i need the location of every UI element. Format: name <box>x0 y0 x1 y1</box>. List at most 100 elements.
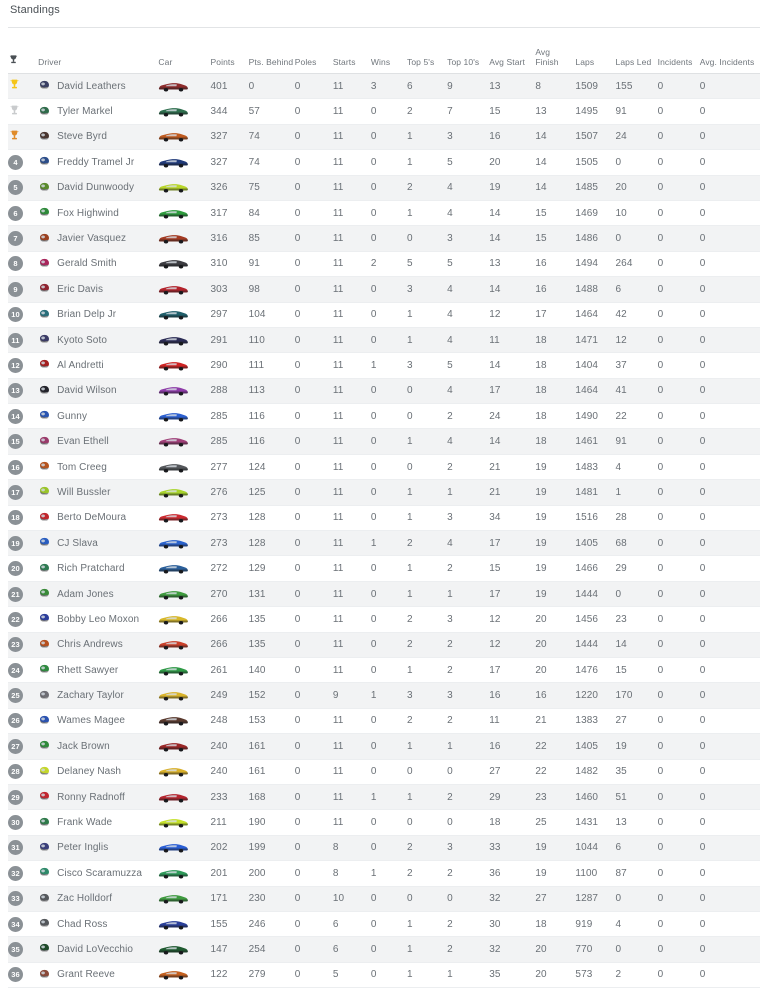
driver-cell[interactable]: Zac Holldorf <box>38 886 159 912</box>
column-header-top5[interactable]: Top 5's <box>407 28 448 74</box>
driver-cell[interactable]: Eric Davis <box>38 276 159 303</box>
column-header-starts[interactable]: Starts <box>332 28 371 74</box>
column-header-poles[interactable]: Poles <box>294 28 333 74</box>
table-row[interactable]: David Leathers 401 0 0 11 3 6 9 13 8 1509 155 0 0 <box>8 73 760 100</box>
table-row[interactable]: 31 Peter Inglis 202 199 0 8 0 2 3 33 19 1044 6 0 0 <box>8 835 760 862</box>
driver-cell[interactable]: Chris Andrews <box>38 632 159 658</box>
table-row[interactable]: 30 Frank Wade 211 190 0 11 0 0 0 18 25 1431 13 0 0 <box>8 809 760 836</box>
cell-avg-start: 12 <box>489 606 536 633</box>
driver-cell[interactable]: Fox Highwind <box>38 200 159 227</box>
table-row[interactable]: 24 Rhett Sawyer 261 140 0 11 0 1 2 17 20 1476 15 0 0 <box>8 657 760 684</box>
table-row[interactable]: 20 Rich Pratchard 272 129 0 11 0 1 2 15 19 1466 29 0 0 <box>8 555 760 582</box>
table-row[interactable]: Tyler Markel 344 57 0 11 0 2 7 15 13 1495 91 0 0 <box>8 98 760 125</box>
driver-cell[interactable]: Gunny <box>38 403 159 430</box>
table-row[interactable]: 33 Zac Holldorf 171 230 0 10 0 0 0 32 27 1287 0 0 0 <box>8 886 760 912</box>
driver-cell[interactable]: Rich Pratchard <box>38 555 159 582</box>
driver-cell[interactable]: Javier Vasquez <box>38 225 159 252</box>
driver-cell[interactable]: Tyler Markel <box>38 98 159 125</box>
driver-cell[interactable]: Frank Wade <box>38 809 159 836</box>
table-row[interactable]: 23 Chris Andrews 266 135 0 11 0 2 2 12 20 1444 14 0 0 <box>8 632 760 658</box>
driver-cell[interactable]: Brian Delp Jr <box>38 302 159 328</box>
cell-avg-finish: 19 <box>535 505 576 532</box>
column-header-car[interactable]: Car <box>158 28 211 74</box>
table-row[interactable]: Steve Byrd 327 74 0 11 0 1 3 16 14 1507 24 0 0 <box>8 124 760 151</box>
cell-points: 240 <box>210 733 249 760</box>
cell-avg-finish: 17 <box>535 302 576 328</box>
column-header-laps-led[interactable]: Laps Led <box>615 28 658 74</box>
driver-cell[interactable]: Chad Ross <box>38 911 159 938</box>
table-row[interactable]: 17 Will Bussler 276 125 0 11 0 1 1 21 19 1481 1 0 0 <box>8 479 760 506</box>
table-row[interactable]: 13 David Wilson 288 113 0 11 0 0 4 17 18 1464 41 0 0 <box>8 378 760 405</box>
driver-cell[interactable]: Delaney Nash <box>38 759 159 785</box>
table-row[interactable]: 7 Javier Vasquez 316 85 0 11 0 0 3 14 15 1486 0 0 0 <box>8 225 760 252</box>
driver-cell[interactable]: Grant Reeve <box>38 962 159 988</box>
table-row[interactable]: 15 Evan Ethell 285 116 0 11 0 1 4 14 18 1461 91 0 0 <box>8 428 760 455</box>
table-row[interactable]: 5 David Dunwoody 326 75 0 11 0 2 4 19 14 1485 20 0 0 <box>8 175 760 201</box>
column-header-laps[interactable]: Laps <box>575 28 616 74</box>
driver-cell[interactable]: Adam Jones <box>38 581 159 608</box>
driver-cell[interactable]: Jack Brown <box>38 733 159 760</box>
driver-cell[interactable]: Rhett Sawyer <box>38 657 159 684</box>
driver-cell[interactable]: Peter Inglis <box>38 835 159 862</box>
table-row[interactable]: 12 Al Andretti 290 111 0 11 1 3 5 14 18 1404 37 0 0 <box>8 352 760 379</box>
table-row[interactable]: 19 CJ Slava 273 128 0 11 1 2 4 17 19 1405 68 0 0 <box>8 530 760 557</box>
driver-cell[interactable]: Gerald Smith <box>38 251 159 278</box>
table-row[interactable]: 26 Wames Magee 248 153 0 11 0 2 2 11 21 1383 27 0 0 <box>8 708 760 735</box>
driver-cell[interactable]: Zachary Taylor <box>38 682 159 709</box>
driver-cell[interactable]: Wames Magee <box>38 708 159 735</box>
table-row[interactable]: 16 Tom Creeg 277 124 0 11 0 0 2 21 19 1483 4 0 0 <box>8 454 760 481</box>
driver-cell[interactable]: Al Andretti <box>38 352 159 379</box>
cell-laps-led: 91 <box>615 428 658 455</box>
cell-pts-behind: 152 <box>248 682 295 709</box>
driver-cell[interactable]: Will Bussler <box>38 479 159 506</box>
column-header-wins[interactable]: Wins <box>370 28 407 74</box>
column-header-top10[interactable]: Top 10's <box>447 28 490 74</box>
table-row[interactable]: 25 Zachary Taylor 249 152 0 9 1 3 3 16 16 1220 170 0 0 <box>8 682 760 709</box>
cell-top5: 3 <box>407 682 448 709</box>
helmet-icon <box>38 816 52 830</box>
column-header-avg-finish[interactable]: Avg Finish <box>535 28 576 74</box>
table-row[interactable]: 35 David LoVecchio 147 254 0 6 0 1 2 32 20 770 0 0 0 <box>8 936 760 963</box>
table-row[interactable]: 14 Gunny 285 116 0 11 0 0 2 24 18 1490 22 0 0 <box>8 403 760 430</box>
table-row[interactable]: 22 Bobby Leo Moxon 266 135 0 11 0 2 3 12 20 1456 23 0… <box>8 606 760 633</box>
driver-cell[interactable]: David LoVecchio <box>38 936 159 963</box>
table-row[interactable]: 18 Berto DeMoura 273 128 0 11 0 1 3 34 19 1516 28 0 0 <box>8 505 760 532</box>
table-row[interactable]: 8 Gerald Smith 310 91 0 11 2 5 5 13 16 1494 264 0 0 <box>8 251 760 278</box>
driver-cell[interactable]: Evan Ethell <box>38 428 159 455</box>
driver-cell[interactable]: Tom Creeg <box>38 454 159 481</box>
table-row[interactable]: 9 Eric Davis 303 98 0 11 0 3 4 14 16 1488 6 0 0 <box>8 276 760 303</box>
table-row[interactable]: 29 Ronny Radnoff 233 168 0 11 1 1 2 29 23 1460 51 0 0 <box>8 784 760 811</box>
column-header-pts-behind[interactable]: Pts. Behind <box>248 28 295 74</box>
driver-cell[interactable]: Steve Byrd <box>38 124 159 151</box>
column-header-avg-start[interactable]: Avg Start <box>489 28 536 74</box>
cell-starts: 5 <box>332 962 371 988</box>
table-row[interactable]: 34 Chad Ross 155 246 0 6 0 1 2 30 18 919 4 0 0 <box>8 911 760 938</box>
column-header-points[interactable]: Points <box>210 28 249 74</box>
helmet-icon <box>38 866 52 880</box>
cell-top5: 2 <box>407 175 448 201</box>
table-row[interactable]: 21 Adam Jones 270 131 0 11 0 1 1 17 19 1444 0 0 0 <box>8 581 760 608</box>
column-header-incidents[interactable]: Incidents <box>657 28 700 74</box>
driver-cell[interactable]: Bobby Leo Moxon <box>38 606 159 633</box>
driver-cell[interactable]: David Dunwoody <box>38 175 159 201</box>
table-row[interactable]: 32 Cisco Scaramuzza 201 200 0 8 1 2 2 36 19 1100 87 0… <box>8 860 760 887</box>
cell-avg-incidents: 0 <box>699 860 760 887</box>
driver-cell[interactable]: David Wilson <box>38 378 159 405</box>
table-row[interactable]: 36 Grant Reeve 122 279 0 5 0 1 1 35 20 573 2 0 0 <box>8 962 760 988</box>
driver-cell[interactable]: Ronny Radnoff <box>38 784 159 811</box>
table-row[interactable]: 6 Fox Highwind 317 84 0 11 0 1 4 14 15 1469 10 0 0 <box>8 200 760 227</box>
table-row[interactable]: 11 Kyoto Soto 291 110 0 11 0 1 4 11 18 1471 12 0 0 <box>8 327 760 354</box>
driver-cell[interactable]: CJ Slava <box>38 530 159 557</box>
table-row[interactable]: 27 Jack Brown 240 161 0 11 0 1 1 16 22 1405 19 0 0 <box>8 733 760 760</box>
column-header-driver[interactable]: Driver <box>38 28 159 74</box>
table-row[interactable]: 4 Freddy Tramel Jr 327 74 0 11 0 1 5 20 14 1505 0 0 0 <box>8 149 760 176</box>
column-header-rank[interactable] <box>8 28 39 74</box>
table-row[interactable]: 10 Brian Delp Jr 297 104 0 11 0 1 4 12 17 1464 42 0 0 <box>8 302 760 328</box>
driver-cell[interactable]: Berto DeMoura <box>38 505 159 532</box>
driver-cell[interactable]: David Leathers <box>38 73 159 100</box>
driver-cell[interactable]: Kyoto Soto <box>38 327 159 354</box>
table-row[interactable]: 28 Delaney Nash 240 161 0 11 0 0 0 27 22 1482 35 0 0 <box>8 759 760 785</box>
driver-cell[interactable]: Freddy Tramel Jr <box>38 149 159 176</box>
column-header-avg-incidents[interactable]: Avg. Incidents <box>699 28 760 74</box>
driver-cell[interactable]: Cisco Scaramuzza <box>38 860 159 887</box>
